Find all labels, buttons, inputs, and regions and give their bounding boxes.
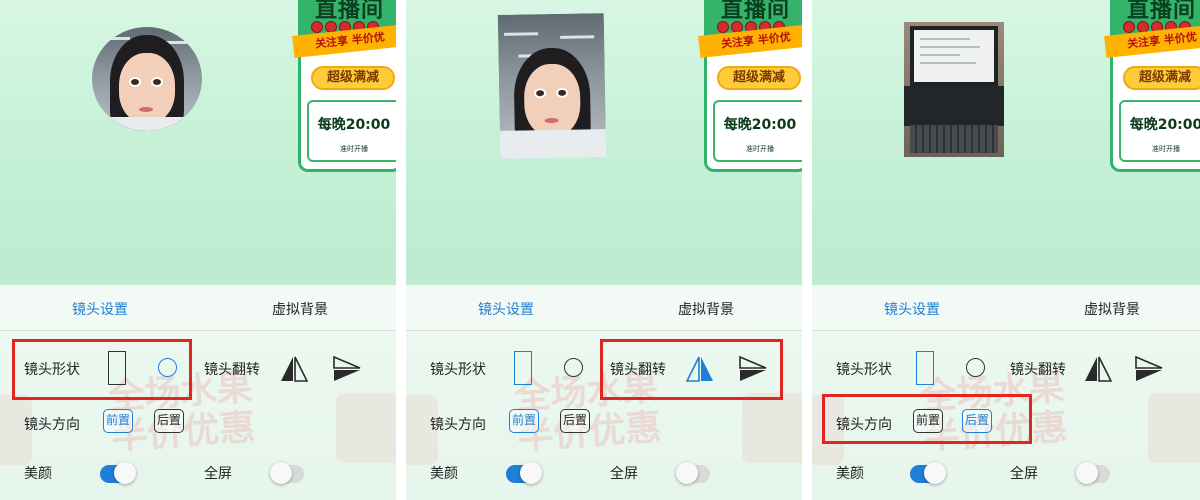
keyboard-image: [910, 125, 998, 153]
tab-camera-settings[interactable]: 镜头设置: [478, 299, 534, 319]
back-camera-button[interactable]: 后置: [154, 409, 184, 433]
promo-schedule: 每晚20:00 准时开播: [1119, 100, 1200, 162]
promo-time: 每晚20:00: [317, 117, 391, 133]
gift-icon: [1148, 393, 1200, 463]
beauty-label: 美颜: [836, 466, 864, 482]
promo-schedule: 每晚20:00 准时开播: [713, 100, 802, 162]
beauty-label: 美颜: [24, 466, 52, 482]
tab-virtual-background[interactable]: 虚拟背景: [272, 299, 328, 319]
flip-vertical-icon[interactable]: [1134, 355, 1164, 383]
front-camera-button[interactable]: 前置: [509, 409, 539, 433]
panel-flip: 直播间 关注享 半价优 超级满减 每晚20:00 准时开播 全场水果 半价优惠 镜…: [406, 0, 802, 500]
live-stage: 直播间 关注享 半价优 超级满减 每晚20:00 准时开播: [812, 0, 1200, 285]
settings-tabs: 镜头设置 虚拟背景: [0, 285, 396, 331]
direction-label: 镜头方向: [24, 417, 80, 433]
flip-label: 镜头翻转: [1010, 362, 1066, 378]
rect-shape-button[interactable]: [514, 351, 532, 385]
promo-time: 每晚20:00: [1129, 117, 1200, 133]
camera-preview[interactable]: [904, 22, 1004, 157]
beauty-toggle[interactable]: [100, 462, 136, 484]
avatar-face: [119, 53, 175, 123]
panel-direction: 直播间 关注享 半价优 超级满减 每晚20:00 准时开播 全场水果 半价优惠 镜…: [812, 0, 1200, 500]
avatar-shirt: [499, 129, 607, 159]
fullscreen-label: 全屏: [1010, 466, 1038, 482]
gift-icon: [742, 393, 802, 463]
fullscreen-label: 全屏: [610, 466, 638, 482]
camera-preview[interactable]: [92, 27, 202, 131]
camera-preview[interactable]: [497, 13, 607, 159]
avatar-eye: [129, 77, 141, 87]
promo-subtitle: 准时开播: [340, 145, 368, 153]
promo-banner[interactable]: 直播间 关注享 半价优 超级满减 每晚20:00 准时开播: [698, 0, 802, 172]
monitor-base: [904, 86, 1004, 126]
gift-icon: [336, 393, 396, 463]
fullscreen-toggle[interactable]: [676, 462, 710, 484]
live-stage: 直播间 关注享 半价优 超级满减 每晚20:00 准时开播: [0, 0, 396, 285]
beauty-toggle[interactable]: [506, 462, 542, 484]
tab-camera-settings[interactable]: 镜头设置: [884, 299, 940, 319]
rect-shape-button[interactable]: [916, 351, 934, 385]
promo-pill: 超级满减: [717, 66, 801, 90]
flip-label: 镜头翻转: [204, 362, 260, 378]
avatar-eye: [151, 77, 163, 87]
monitor-image: [910, 26, 998, 86]
promo-pill: 超级满减: [1123, 66, 1200, 90]
promo-pill: 超级满减: [311, 66, 395, 90]
tab-virtual-background[interactable]: 虚拟背景: [1084, 299, 1140, 319]
highlight-box: [822, 394, 1032, 444]
promo-schedule: 每晚20:00 准时开播: [307, 100, 396, 162]
highlight-box: [600, 339, 783, 400]
shape-label: 镜头形状: [836, 362, 892, 378]
fullscreen-label: 全屏: [204, 466, 232, 482]
front-camera-button[interactable]: 前置: [103, 409, 133, 433]
camera-settings-panel: 全场水果 半价优惠 镜头设置 虚拟背景 镜头形状 镜头翻转 镜头方向 前置 后置 …: [406, 285, 802, 500]
flip-horizontal-icon[interactable]: [1084, 355, 1112, 383]
shape-label: 镜头形状: [430, 362, 486, 378]
panel-circle-shape: 直播间 关注享 半价优 超级满减 每晚20:00 准时开播 全场水果 半价优惠 镜…: [0, 0, 396, 500]
beauty-label: 美颜: [430, 466, 458, 482]
settings-tabs: 镜头设置 虚拟背景: [406, 285, 802, 331]
avatar-lips: [139, 107, 153, 112]
camera-settings-panel: 全场水果 半价优惠 镜头设置 虚拟背景 镜头形状 镜头翻转 镜头方向 前置 后置 …: [812, 285, 1200, 500]
flip-vertical-icon[interactable]: [332, 355, 362, 383]
direction-label: 镜头方向: [430, 417, 486, 433]
avatar-face: [523, 63, 581, 137]
tab-virtual-background[interactable]: 虚拟背景: [678, 299, 734, 319]
circle-shape-button[interactable]: [564, 358, 583, 377]
fullscreen-toggle[interactable]: [1076, 462, 1110, 484]
promo-time: 每晚20:00: [723, 117, 797, 133]
beauty-toggle[interactable]: [910, 462, 946, 484]
avatar-shirt: [92, 117, 202, 131]
promo-banner[interactable]: 直播间 关注享 半价优 超级满减 每晚20:00 准时开播: [292, 0, 396, 172]
flip-horizontal-icon[interactable]: [280, 355, 308, 383]
promo-subtitle: 准时开播: [1152, 145, 1180, 153]
highlight-box: [12, 339, 192, 400]
back-camera-button[interactable]: 后置: [560, 409, 590, 433]
tab-camera-settings[interactable]: 镜头设置: [72, 299, 128, 319]
promo-banner[interactable]: 直播间 关注享 半价优 超级满减 每晚20:00 准时开播: [1104, 0, 1200, 172]
settings-tabs: 镜头设置 虚拟背景: [812, 285, 1200, 331]
circle-shape-button[interactable]: [966, 358, 985, 377]
fullscreen-toggle[interactable]: [270, 462, 304, 484]
live-stage: 直播间 关注享 半价优 超级满减 每晚20:00 准时开播: [406, 0, 802, 285]
camera-settings-panel: 全场水果 半价优惠 镜头设置 虚拟背景 镜头形状 镜头翻转 镜头方向 前置 后置 …: [0, 285, 396, 500]
promo-subtitle: 准时开播: [746, 145, 774, 153]
